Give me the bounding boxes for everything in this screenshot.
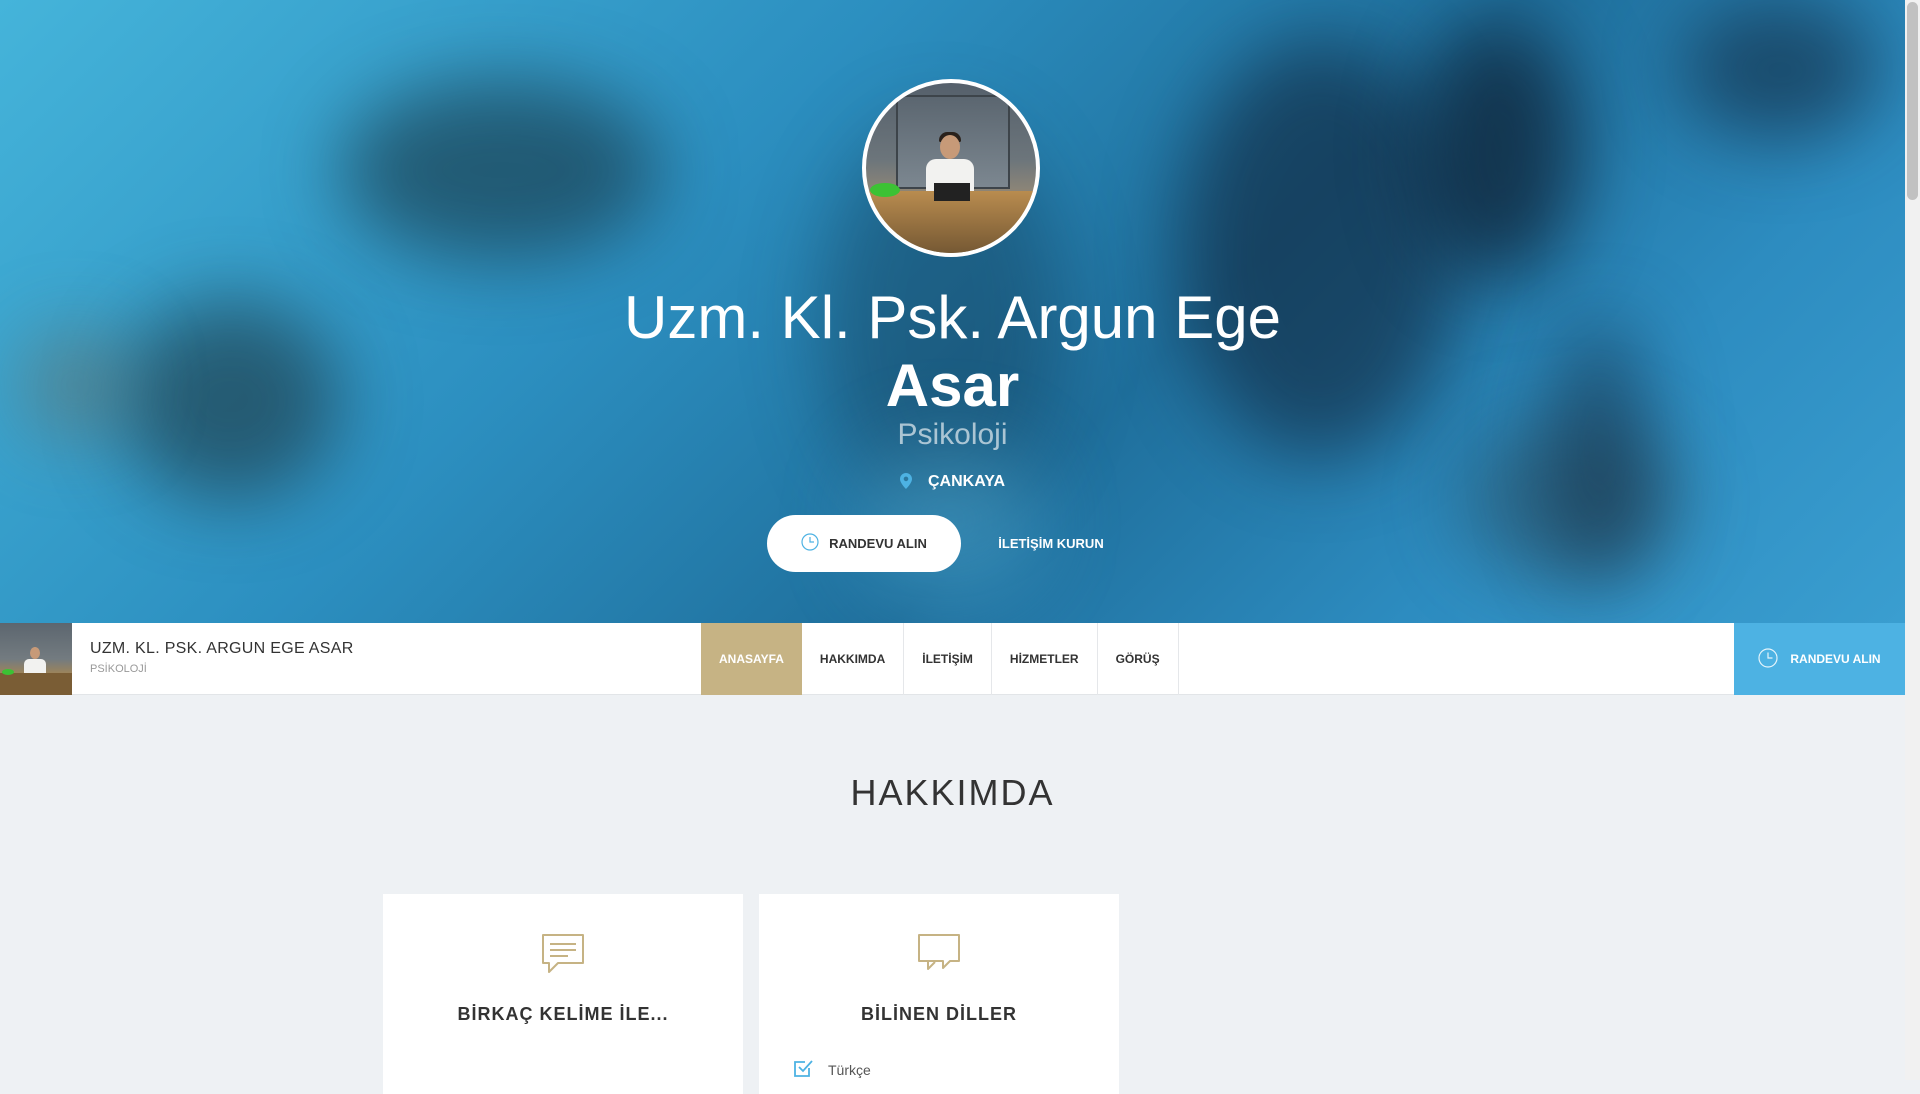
section-title: HAKKIMDA (850, 772, 1055, 813)
nav-item-hakkimda[interactable]: HAKKIMDA (802, 623, 905, 695)
contact-button[interactable]: İLETİŞİM KURUN (978, 515, 1124, 572)
background-blur (1680, 0, 1880, 140)
map-pin-icon (899, 473, 912, 497)
nav-menu: ANASAYFA HAKKIMDA İLETİŞİM HİZMETLER GÖR… (701, 623, 1179, 695)
background-blur (1420, 20, 1580, 280)
hero-banner: Uzm. Kl. Psk. Argun Ege Asar Psikoloji Ç… (0, 0, 1905, 623)
language-label: Türkçe (828, 1061, 871, 1078)
nav-item-iletisim[interactable]: İLETİŞİM (904, 623, 992, 695)
languages-card: BİLİNEN DİLLER Türkçe (759, 894, 1119, 1094)
location-text: ÇANKAYA (927, 473, 1006, 490)
nav-item-gorus[interactable]: GÖRÜŞ (1098, 623, 1179, 695)
navbar-avatar[interactable] (0, 623, 72, 695)
book-appointment-label: RANDEVU ALIN (829, 536, 927, 551)
languages-card-title: BİLİNEN DİLLER (861, 1004, 1017, 1024)
scrollbar-thumb[interactable] (1907, 2, 1918, 200)
background-blur (340, 80, 660, 260)
navbar-appointment-label: RANDEVU ALIN (1790, 652, 1881, 666)
nav-item-anasayfa[interactable]: ANASAYFA (701, 623, 802, 695)
profile-location: ÇANKAYA (0, 470, 1905, 497)
language-item: Türkçe (792, 1057, 871, 1082)
about-card: BİRKAÇ KELİME İLE... (383, 894, 743, 1094)
nav-item-hizmetler[interactable]: HİZMETLER (992, 623, 1098, 695)
sticky-navbar: UZM. KL. PSK. ARGUN EGE ASAR PSİKOLOJİ A… (0, 623, 1905, 695)
profile-surname: Asar (885, 352, 1020, 419)
profile-avatar (862, 79, 1040, 257)
navbar-appointment-button[interactable]: RANDEVU ALIN (1734, 623, 1905, 695)
message-icon (540, 932, 586, 978)
checkbox-check-icon (792, 1057, 814, 1082)
navbar-title[interactable]: UZM. KL. PSK. ARGUN EGE ASAR (90, 640, 354, 658)
navbar-subtitle: PSİKOLOJİ (90, 663, 147, 675)
profile-name: Uzm. Kl. Psk. Argun Ege (624, 284, 1281, 351)
clock-icon (801, 533, 819, 554)
profile-specialty: Psikoloji (897, 418, 1008, 451)
clock-icon (1758, 647, 1778, 671)
about-card-title: BİRKAÇ KELİME İLE... (457, 1004, 669, 1024)
chat-bubbles-icon (916, 932, 962, 978)
book-appointment-button[interactable]: RANDEVU ALIN (767, 515, 961, 572)
